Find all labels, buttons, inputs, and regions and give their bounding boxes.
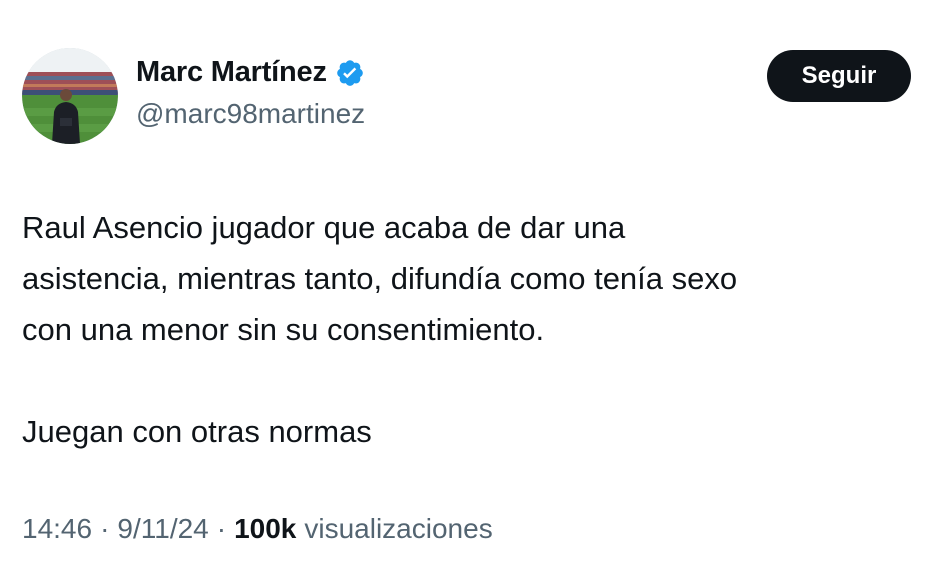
author-name-row: Marc Martínez bbox=[136, 56, 365, 89]
meta-separator: · bbox=[216, 513, 227, 544]
views-label[interactable]: visualizaciones bbox=[304, 513, 492, 545]
tweet-time[interactable]: 14:46 bbox=[22, 513, 92, 545]
tweet-card: Marc Martínez @marc98martinez Seguir Rau… bbox=[0, 0, 950, 570]
tweet-date[interactable]: 9/11/24 bbox=[117, 513, 208, 545]
author-handle[interactable]: @marc98martinez bbox=[136, 98, 365, 130]
author-display-name[interactable]: Marc Martínez bbox=[136, 56, 327, 89]
tweet-meta: 14:46 · 9/11/24 · 100k visualizaciones bbox=[22, 513, 493, 545]
follow-button[interactable]: Seguir bbox=[767, 50, 911, 102]
tweet-text: Raul Asencio jugador que acaba de dar un… bbox=[22, 202, 922, 457]
tweet-paragraph-1: Raul Asencio jugador que acaba de dar un… bbox=[22, 210, 738, 347]
tweet-paragraph-2: Juegan con otras normas bbox=[22, 414, 372, 449]
verified-badge-icon[interactable] bbox=[335, 58, 365, 88]
avatar-photo bbox=[22, 48, 118, 144]
meta-separator: · bbox=[100, 513, 110, 544]
avatar[interactable] bbox=[22, 48, 118, 144]
views-count[interactable]: 100k bbox=[234, 513, 296, 545]
